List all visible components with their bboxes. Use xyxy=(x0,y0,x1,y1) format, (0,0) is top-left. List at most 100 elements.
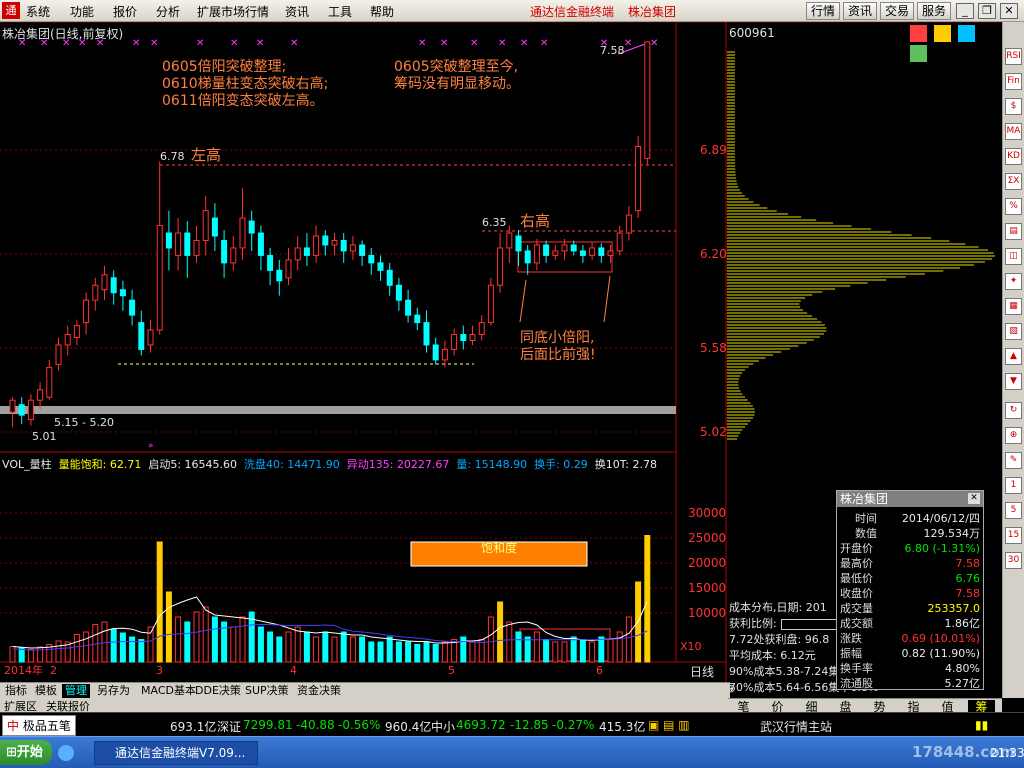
signal-marker: ✕ xyxy=(230,38,238,49)
taskbar-window-button[interactable]: 通达信金融终端V7.09... xyxy=(94,741,258,765)
candle-body xyxy=(92,284,99,301)
volume-bar xyxy=(276,636,283,663)
ticker-tool-icons[interactable]: ▣ ▤ ▥ xyxy=(648,718,690,732)
right-tool-icon[interactable]: ▼ xyxy=(1005,373,1022,390)
right-tool-icon[interactable]: ◫ xyxy=(1005,248,1022,265)
candle-body xyxy=(607,250,614,256)
candle-body xyxy=(497,247,504,286)
right-tool-icon[interactable]: 30 xyxy=(1005,552,1022,569)
indicator-tab[interactable]: 管理 xyxy=(62,684,90,698)
candle-body xyxy=(598,247,605,256)
menu-function[interactable]: 功能 xyxy=(70,3,94,20)
trade-button[interactable]: 交易 xyxy=(880,2,914,20)
indicator-tab[interactable]: 另存为 xyxy=(94,684,133,698)
right-tool-icon[interactable]: ▲ xyxy=(1005,348,1022,365)
flag-tool-icon[interactable] xyxy=(957,25,975,42)
volume-bar xyxy=(331,636,338,663)
volume-bar xyxy=(193,611,200,663)
volume-bar xyxy=(598,636,605,663)
candle-body xyxy=(101,274,108,291)
eye-tool-icon[interactable] xyxy=(910,45,927,62)
candle-body xyxy=(451,334,458,350)
color-tool-icon[interactable] xyxy=(933,25,951,42)
annotation-2: 0605突破整理至今, 筹码没有明显移动。 xyxy=(394,59,520,93)
volume-bar xyxy=(322,631,329,663)
signal-marker: ✕ xyxy=(470,38,478,49)
price-label-4: 5.02 xyxy=(700,425,727,439)
saturation-label: 饱和度 xyxy=(481,540,517,555)
right-tool-icon[interactable]: ⊕ xyxy=(1005,427,1022,444)
indicator-tab[interactable]: 指标 xyxy=(2,684,30,698)
volume-bar xyxy=(607,639,614,663)
vol-label-2: 25000 xyxy=(688,531,726,545)
volume-bar xyxy=(55,640,62,663)
candle-body xyxy=(285,259,292,279)
right-tool-icon[interactable]: 15 xyxy=(1005,527,1022,544)
infobox-row-label: 数值 xyxy=(855,527,877,540)
price-band-bar xyxy=(0,406,676,414)
menu-help[interactable]: 帮助 xyxy=(370,3,394,20)
right-tool-icon[interactable]: 5 xyxy=(1005,502,1022,519)
candle-body xyxy=(469,334,476,342)
candle-body xyxy=(552,250,559,256)
right-tool-icon[interactable]: 1 xyxy=(1005,477,1022,494)
volume-bar xyxy=(73,634,80,663)
right-tool-icon[interactable]: ▧ xyxy=(1005,323,1022,340)
volume-bar xyxy=(359,636,366,663)
band-label: 5.15 - 5.20 xyxy=(54,416,114,429)
vol-label-5: 10000 xyxy=(688,606,726,620)
indicator-tab[interactable]: 模板 xyxy=(32,684,60,698)
right-tool-icon[interactable]: ΣX xyxy=(1005,173,1022,190)
menu-ext-market[interactable]: 扩展市场行情 xyxy=(197,3,269,20)
infobox-row-label: 最高价 xyxy=(840,557,873,570)
candle-body xyxy=(211,217,218,237)
infobox-row: 流通股 5.27亿 xyxy=(837,676,983,691)
right-tool-icon[interactable]: ▦ xyxy=(1005,298,1022,315)
news-button[interactable]: 资讯 xyxy=(843,2,877,20)
candle-body xyxy=(73,325,80,339)
minimize-icon[interactable]: _ xyxy=(956,3,974,19)
indicator-tab[interactable]: DDE决策 xyxy=(192,684,244,698)
menu-system[interactable]: 系统 xyxy=(26,3,50,20)
indicator-tab[interactable]: MACD基本 xyxy=(138,684,199,698)
extension-bar: 扩展区 关联报价 xyxy=(0,698,728,713)
indicator-tab[interactable]: SUP决策 xyxy=(242,684,292,698)
right-tool-icon[interactable]: ✦ xyxy=(1005,273,1022,290)
quote-button[interactable]: 行情 xyxy=(806,2,840,20)
right-tool-icon[interactable]: % xyxy=(1005,198,1022,215)
right-tool-icon[interactable]: ↻ xyxy=(1005,402,1022,419)
indicator-tab[interactable]: 资金决策 xyxy=(294,684,344,698)
bar-info-popup[interactable]: 株冶集团 ✕ 时间 2014/06/12/四 数值 129.534万 开盘价 6.80 (… xyxy=(836,490,984,690)
menu-tools[interactable]: 工具 xyxy=(328,3,352,20)
menu-quote[interactable]: 报价 xyxy=(113,3,137,20)
right-tool-icon[interactable]: RSI xyxy=(1005,48,1022,65)
infobox-close-icon[interactable]: ✕ xyxy=(968,493,980,504)
stock-title: 株冶集团 xyxy=(628,5,677,19)
right-tool-icon[interactable]: ▤ xyxy=(1005,223,1022,240)
right-tool-icon[interactable]: KD xyxy=(1005,148,1022,165)
candle-body xyxy=(322,235,329,246)
right-tool-icon[interactable]: MA xyxy=(1005,123,1022,140)
right-tool-icon[interactable]: Fin xyxy=(1005,73,1022,90)
infobox-row-value: 6.80 (-1.31%) xyxy=(904,542,981,555)
close-icon[interactable]: ✕ xyxy=(1000,3,1018,19)
chart-tool-icons[interactable] xyxy=(910,25,994,62)
menu-news[interactable]: 资讯 xyxy=(285,3,309,20)
restore-icon[interactable]: ❐ xyxy=(978,3,996,19)
input-method-logo[interactable]: 中 极品五笔 xyxy=(2,715,76,736)
ie-quicklaunch-icon[interactable] xyxy=(58,745,74,761)
volume-bar xyxy=(515,631,522,663)
volume-bar xyxy=(138,639,145,663)
infobox-row: 成交额 1.86亿 xyxy=(837,616,983,631)
candle-body xyxy=(193,239,200,256)
volume-bar xyxy=(303,631,310,663)
service-button[interactable]: 服务 xyxy=(917,2,951,20)
draw-tool-icon[interactable] xyxy=(910,25,927,42)
right-tool-icon[interactable]: ✎ xyxy=(1005,452,1022,469)
right-tool-icon[interactable]: $ xyxy=(1005,98,1022,115)
vol-label-3: 20000 xyxy=(688,556,726,570)
start-button[interactable]: ⊞开始 xyxy=(0,740,52,765)
app-logo-icon: 通 xyxy=(2,2,20,19)
menu-analysis[interactable]: 分析 xyxy=(156,3,180,20)
infobox-row-value: 0.69 (10.01%) xyxy=(901,632,980,645)
